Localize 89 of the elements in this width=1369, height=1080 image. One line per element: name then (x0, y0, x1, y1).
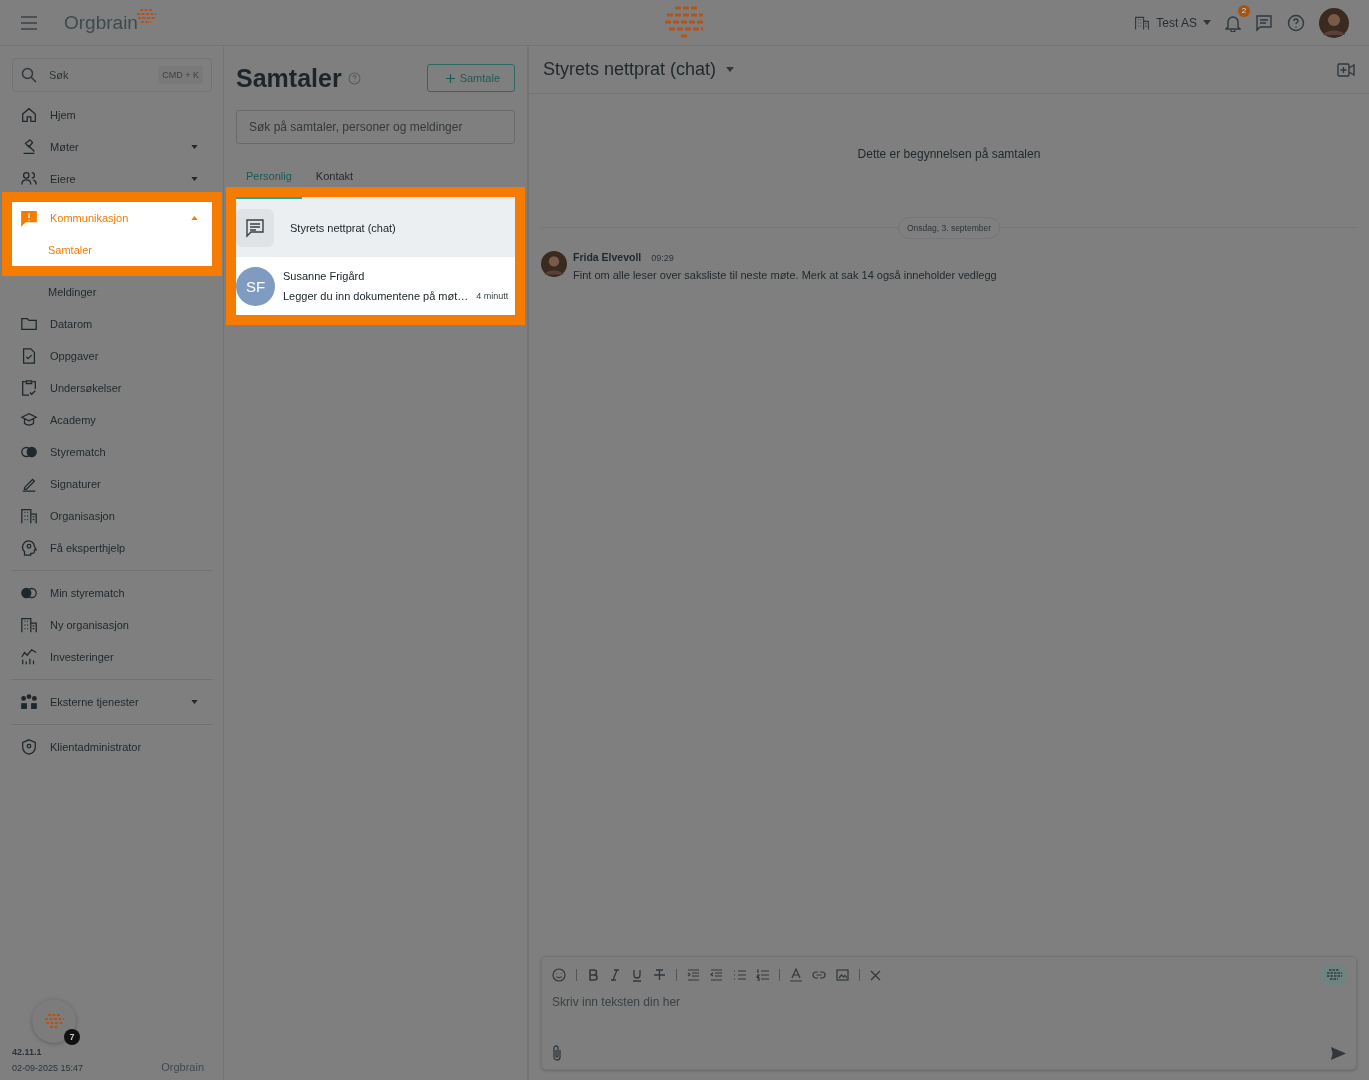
tab[interactable]: Kontakt (315, 170, 354, 184)
caret-icon (1203, 20, 1211, 25)
sidebar-item[interactable]: Organisasjon (12, 500, 212, 532)
image-icon[interactable] (836, 969, 849, 981)
date-divider: Onsdag, 3. september (897, 217, 1001, 239)
folder-icon (20, 315, 38, 333)
task-icon (20, 347, 38, 365)
outdent-icon[interactable] (710, 969, 723, 981)
emoji-icon[interactable] (552, 968, 566, 982)
alert-message-icon (20, 209, 38, 227)
text-color-icon[interactable] (790, 968, 802, 982)
dots-icon (20, 693, 38, 711)
sidebar-item[interactable]: Oppgaver (12, 340, 212, 372)
sidebar-item[interactable]: Styrematch (12, 436, 212, 468)
building-icon (20, 616, 38, 634)
graduation-cap-icon (20, 411, 38, 429)
page-title: Samtaler (236, 63, 342, 93)
paperclip-icon[interactable] (552, 1045, 562, 1061)
sidebar-item[interactable]: Undersøkelser (12, 372, 212, 404)
sidebar-item[interactable]: Få eksperthjelp (12, 532, 212, 564)
timestamp: 4 minutt (476, 291, 509, 301)
strikethrough-icon[interactable] (653, 969, 666, 981)
sidebar-item[interactable]: Eksterne tjenester (12, 686, 212, 718)
sidebar-item[interactable]: Datarom (12, 308, 212, 340)
clipboard-icon (20, 379, 38, 397)
building-icon (1134, 14, 1151, 31)
brain-icon (1325, 969, 1343, 981)
build-timestamp: 02-09-2025 15:47 (12, 1063, 84, 1073)
help-icon[interactable] (347, 71, 361, 85)
sidebar-item[interactable]: Academy (12, 404, 212, 436)
chat-icon (236, 209, 274, 247)
clear-format-icon[interactable] (870, 969, 881, 981)
sidebar-item[interactable]: Kommunikasjon (12, 202, 212, 234)
building-icon (20, 507, 38, 525)
message-author: Frida Elvevoll (573, 251, 642, 263)
sidebar-item[interactable]: Eiere (12, 163, 212, 195)
avatar[interactable] (1319, 7, 1349, 38)
avatar: SF (236, 266, 275, 306)
new-conversation-button[interactable]: Samtale (426, 64, 515, 92)
bullet-list-icon[interactable] (733, 969, 746, 981)
organization-selector[interactable]: Test AS (1134, 14, 1211, 31)
count-badge: 7 (64, 1029, 80, 1045)
indent-icon[interactable] (687, 969, 700, 981)
message-composer[interactable]: Skriv inn teksten din her (541, 956, 1357, 1070)
shield-icon (20, 738, 38, 756)
conversation-start-note: Dette er begynnelsen på samtalen (856, 147, 1042, 161)
link-icon[interactable] (812, 971, 826, 979)
sidebar-subitem[interactable]: Samtaler (12, 234, 212, 266)
sidebar-item[interactable]: Ny organisasjon (12, 609, 212, 641)
underline-icon[interactable] (631, 968, 643, 982)
search-field[interactable]: Søk på samtaler, personer og meldinger (236, 110, 515, 144)
numbered-list-icon[interactable] (756, 969, 769, 981)
sidebar-subitem[interactable]: Meldinger (12, 276, 212, 308)
chart-icon (20, 648, 38, 666)
menu-icon[interactable] (20, 15, 38, 30)
tab[interactable]: Personlig (246, 170, 292, 184)
sidebar-item[interactable]: Hjem (12, 99, 212, 131)
assistant-button[interactable] (1322, 965, 1346, 985)
assistant-button[interactable] (32, 999, 76, 1043)
help-icon[interactable] (1287, 13, 1305, 32)
plus-icon (445, 73, 455, 83)
message-time: 09:29 (651, 253, 674, 263)
version-number: 42.11.1 (12, 1047, 43, 1057)
message-text: Fint om alle leser over saksliste til neste møte. Merk at sak 14 også inneholder vedlegg (573, 269, 997, 281)
conversation-name: Styrets nettprat (chat) (290, 222, 396, 234)
brand-logo: Orgbrain (161, 1061, 204, 1073)
sidebar-item[interactable]: Min styrematch (12, 577, 212, 609)
message-preview: Legger du inn dokumentene på møt… (283, 290, 469, 302)
conversation-name: Susanne Frigård (283, 270, 366, 282)
notification-badge: 2 (1238, 4, 1250, 17)
sidebar-item[interactable]: Signaturer (12, 468, 212, 500)
brand-logo[interactable]: Orgbrain (64, 11, 138, 34)
sidebar-item[interactable]: Investeringer (12, 641, 212, 673)
italic-icon[interactable] (609, 969, 621, 981)
sidebar-item[interactable]: Klientadministrator (12, 731, 212, 763)
sidebar-item[interactable]: Møter (12, 131, 212, 163)
avatar (541, 251, 567, 277)
head-icon (20, 539, 38, 557)
bell-icon[interactable] (1225, 13, 1241, 32)
house-icon (20, 106, 38, 124)
bold-icon[interactable] (587, 969, 599, 981)
conversation-item[interactable]: Styrets nettprat (chat) (236, 199, 515, 257)
brain-icon (42, 1013, 66, 1029)
chat-icon[interactable] (1255, 13, 1273, 32)
video-add-icon[interactable] (1337, 62, 1355, 77)
conversation-title[interactable]: Styrets nettprat (chat) (543, 59, 717, 80)
search-icon (21, 67, 37, 83)
send-icon[interactable] (1331, 1046, 1346, 1060)
caret-icon[interactable] (726, 67, 735, 72)
